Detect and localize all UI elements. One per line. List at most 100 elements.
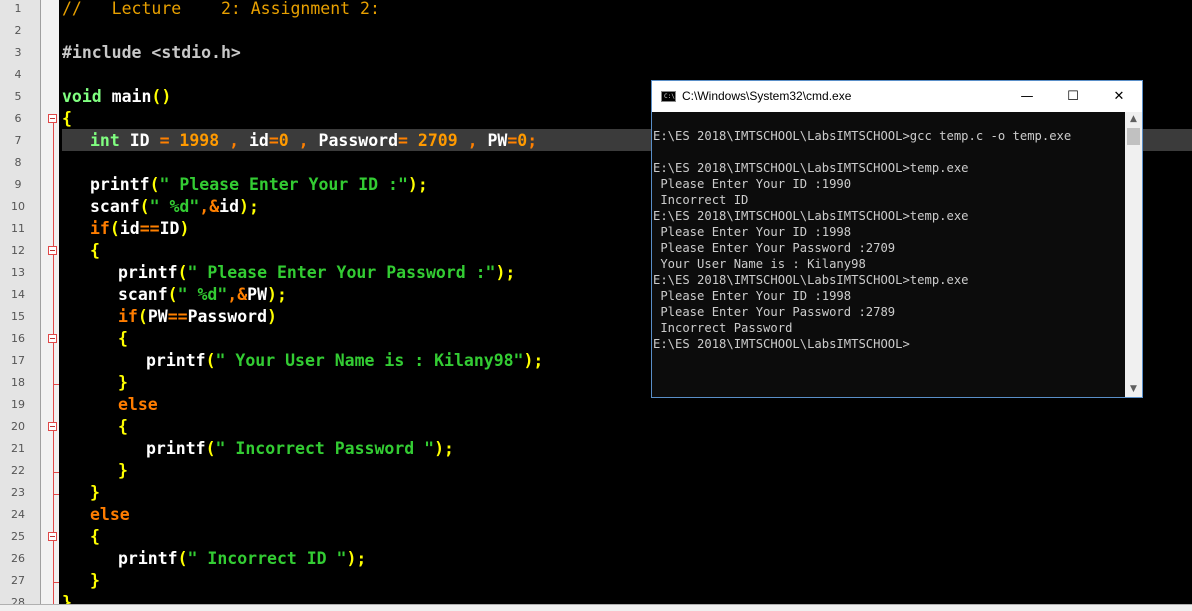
- parenthesis: );: [523, 351, 544, 370]
- close-button[interactable]: ✕: [1096, 81, 1142, 112]
- string-literal: " Incorrect ID ": [187, 549, 347, 568]
- parenthesis: );: [434, 439, 454, 458]
- line-number: 4: [14, 68, 22, 81]
- function-name: main: [101, 87, 152, 106]
- code-line-11: if(id==ID): [90, 218, 189, 240]
- line-number: 8: [14, 156, 22, 169]
- scrollbar-thumb[interactable]: [1127, 128, 1140, 145]
- scroll-up-arrow-icon[interactable]: ▲: [1125, 112, 1142, 127]
- line-number: 14: [11, 288, 25, 301]
- code-line-7: int ID = 1998 , id=0 , Password= 2709 , …: [90, 130, 537, 152]
- line-number: 15: [11, 310, 25, 323]
- comment: // Lecture 2: Assignment 2:: [62, 0, 380, 18]
- operator: ,: [227, 285, 238, 304]
- parenthesis: );: [239, 197, 259, 216]
- string-literal: " Incorrect Password ": [215, 439, 435, 458]
- function-call: printf: [118, 263, 178, 282]
- code-line-27: }: [90, 570, 100, 592]
- cmd-scrollbar[interactable]: ▲ ▼: [1125, 112, 1142, 397]
- console-line: Incorrect ID: [653, 193, 749, 207]
- operator: ,: [467, 131, 478, 150]
- number: 2709: [407, 131, 468, 150]
- fold-margin: [41, 0, 59, 604]
- fold-end-marker: [53, 384, 59, 385]
- line-number: 22: [11, 464, 25, 477]
- function-call: scanf: [118, 285, 168, 304]
- code-line-19: else: [118, 394, 158, 416]
- console-line: Please Enter Your Password :2789: [653, 305, 896, 319]
- cmd-title-bar[interactable]: C:\ C:\Windows\System32\cmd.exe — ☐ ✕: [652, 81, 1142, 112]
- line-number: 25: [11, 530, 25, 543]
- string-literal: " Please Enter Your Password :": [187, 263, 496, 282]
- operator: =: [159, 131, 170, 150]
- cmd-console-output[interactable]: E:\ES 2018\IMTSCHOOL\LabsIMTSCHOOL>gcc t…: [652, 112, 1125, 397]
- scroll-down-arrow-icon[interactable]: ▼: [1125, 382, 1142, 397]
- function-call: printf: [146, 439, 206, 458]
- code-line-10: scanf(" %d",&id);: [90, 196, 259, 218]
- keyword: if: [90, 219, 110, 238]
- line-number: 9: [14, 178, 22, 191]
- fold-end-marker: [53, 582, 59, 583]
- code-line-16: {: [118, 328, 128, 350]
- type-keyword: int: [90, 131, 120, 150]
- operator: ==: [139, 219, 160, 238]
- fold-end-marker: [53, 472, 59, 473]
- line-number: 26: [11, 552, 25, 565]
- line-number: 10: [11, 200, 25, 213]
- line-number: 19: [11, 398, 25, 411]
- console-line: Please Enter Your Password :2709: [653, 241, 896, 255]
- operator: ,: [229, 131, 240, 150]
- number: 0: [517, 131, 528, 150]
- identifier: PW: [247, 285, 268, 304]
- parenthesis: (: [177, 263, 188, 282]
- operator: &: [209, 197, 220, 216]
- fold-toggle-icon[interactable]: [48, 334, 57, 343]
- parenthesis: ): [267, 307, 277, 326]
- maximize-button[interactable]: ☐: [1050, 81, 1096, 112]
- line-number: 23: [11, 486, 25, 499]
- fold-toggle-icon[interactable]: [48, 532, 57, 541]
- parenthesis: (: [109, 219, 120, 238]
- operator: =: [507, 131, 518, 150]
- parenthesis: (: [137, 307, 148, 326]
- console-line: Please Enter Your ID :1998: [653, 225, 852, 239]
- string-literal: " Please Enter Your ID :": [159, 175, 408, 194]
- number: 1998: [169, 131, 230, 150]
- code-line-20: {: [118, 416, 128, 438]
- line-number: 1: [14, 2, 22, 15]
- code-line-22: }: [118, 460, 128, 482]
- identifier: ID: [119, 131, 160, 150]
- fold-toggle-icon[interactable]: [48, 114, 57, 123]
- brace: {: [90, 527, 100, 546]
- identifier: Password: [187, 307, 268, 326]
- line-number: 27: [11, 574, 25, 587]
- parenthesis: (: [149, 175, 160, 194]
- code-line-13: printf(" Please Enter Your Password :");: [118, 262, 515, 284]
- code-line-26: printf(" Incorrect ID ");: [118, 548, 366, 570]
- line-number: 28: [11, 596, 25, 604]
- minimize-button[interactable]: —: [1004, 81, 1050, 112]
- number: 0: [278, 131, 289, 150]
- code-line-9: printf(" Please Enter Your ID :");: [90, 174, 428, 196]
- brace: }: [62, 593, 72, 604]
- code-line-17: printf(" Your User Name is : Kilany98");: [146, 350, 543, 372]
- console-line: Please Enter Your ID :1998: [653, 289, 852, 303]
- brace: }: [90, 483, 100, 502]
- fold-toggle-icon[interactable]: [48, 422, 57, 431]
- identifier: id: [219, 197, 240, 216]
- console-line: E:\ES 2018\IMTSCHOOL\LabsIMTSCHOOL>: [653, 337, 910, 351]
- brace: }: [118, 461, 128, 480]
- fold-toggle-icon[interactable]: [48, 246, 57, 255]
- code-line-23: }: [90, 482, 100, 504]
- cmd-window-title: C:\Windows\System32\cmd.exe: [682, 89, 852, 103]
- string-literal: " %d": [149, 197, 200, 216]
- cmd-window[interactable]: C:\ C:\Windows\System32\cmd.exe — ☐ ✕ E:…: [651, 80, 1143, 398]
- parenthesis: (): [151, 87, 172, 106]
- identifier: ID: [159, 219, 180, 238]
- line-number: 3: [14, 46, 22, 59]
- console-line: E:\ES 2018\IMTSCHOOL\LabsIMTSCHOOL>temp.…: [653, 161, 969, 175]
- keyword: else: [90, 505, 130, 524]
- operator: ,: [288, 131, 319, 150]
- parenthesis: );: [267, 285, 287, 304]
- identifier: PW: [147, 307, 168, 326]
